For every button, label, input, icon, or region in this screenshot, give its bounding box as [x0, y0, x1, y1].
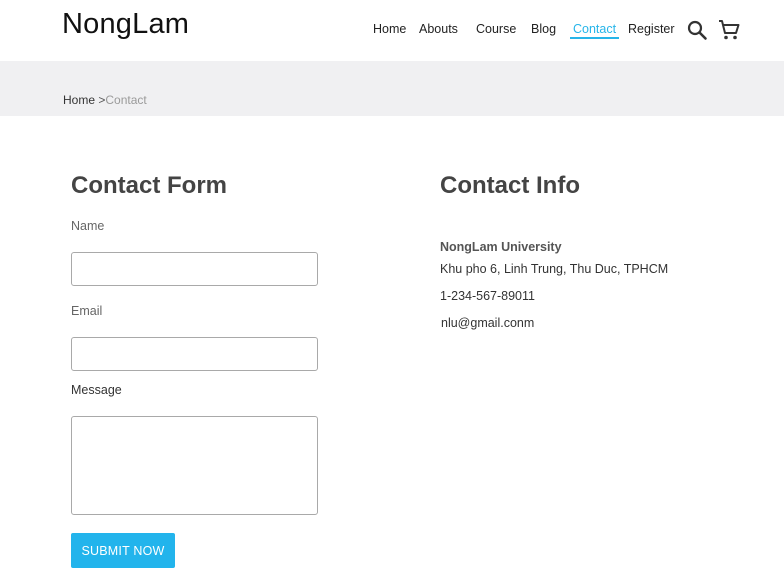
site-logo[interactable]: NongLam	[62, 8, 189, 41]
email-input[interactable]	[71, 337, 318, 371]
nav-item-register[interactable]: Register	[628, 22, 675, 36]
nav-item-abouts[interactable]: Abouts	[419, 22, 458, 36]
nav-item-contact[interactable]: Contact	[573, 22, 616, 36]
email-text: nlu@gmail.conm	[441, 316, 535, 330]
site-header: NongLam Home Abouts Course Blog Contact …	[0, 0, 784, 61]
cart-icon[interactable]	[717, 18, 741, 42]
address-text: Khu pho 6, Linh Trung, Thu Duc, TPHCM	[440, 262, 669, 276]
nav-item-home[interactable]: Home	[373, 22, 406, 36]
message-label: Message	[71, 383, 122, 397]
breadcrumb-band: Home >Contact	[0, 61, 784, 116]
nav-item-course[interactable]: Course	[476, 22, 516, 36]
submit-button[interactable]: SUBMIT NOW	[71, 533, 175, 568]
contact-info-title: Contact Info	[440, 172, 580, 199]
name-input[interactable]	[71, 252, 318, 286]
email-label: Email	[71, 304, 103, 318]
name-label: Name	[71, 219, 105, 233]
nav-item-blog[interactable]: Blog	[531, 22, 556, 36]
breadcrumb: Home >Contact	[63, 93, 147, 107]
phone-text: 1-234-567-89011	[440, 289, 535, 303]
contact-form-title: Contact Form	[71, 172, 227, 199]
breadcrumb-current: Contact	[105, 93, 147, 107]
search-icon[interactable]	[685, 18, 709, 42]
breadcrumb-home[interactable]: Home	[63, 93, 95, 107]
nav-active-indicator	[570, 37, 619, 39]
message-textarea[interactable]	[71, 416, 318, 515]
organization-name: NongLam University	[440, 240, 562, 254]
contact-page: NongLam Home Abouts Course Blog Contact …	[0, 0, 784, 582]
